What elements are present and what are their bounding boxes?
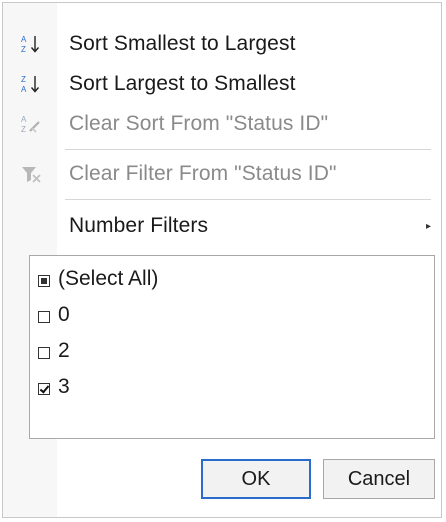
ok-button[interactable]: OK [201, 459, 311, 499]
menu-separator [65, 149, 431, 150]
list-item[interactable]: 3 [38, 372, 70, 402]
menu-item-clear-sort[interactable]: A Z Clear Sort From "Status ID" [3, 105, 441, 143]
list-item-label: 0 [58, 303, 70, 326]
svg-text:A: A [21, 85, 27, 94]
value-checkbox[interactable] [38, 347, 50, 359]
svg-text:Z: Z [21, 125, 26, 134]
menu-item-label: Sort Smallest to Largest [69, 32, 296, 55]
menu-item-label: Number Filters [69, 214, 209, 237]
value-checkbox[interactable] [38, 383, 50, 395]
value-checkbox[interactable] [38, 311, 50, 323]
list-item-label: (Select All) [58, 267, 159, 290]
menu-item-clear-filter[interactable]: Clear Filter From "Status ID" [3, 155, 441, 193]
list-item-select-all[interactable]: (Select All) [38, 264, 158, 294]
clear-sort-icon: A Z [19, 112, 43, 136]
menu-item-label: Clear Sort From "Status ID" [69, 112, 329, 135]
list-item-label: 2 [58, 339, 70, 362]
clear-filter-icon [19, 162, 43, 186]
list-item[interactable]: 2 [38, 336, 70, 366]
list-item[interactable]: 0 [38, 300, 70, 330]
menu-item-label: Clear Filter From "Status ID" [69, 162, 337, 185]
menu-item-sort-descending[interactable]: Z A Sort Largest to Smallest [3, 65, 441, 103]
menu-separator [65, 199, 431, 200]
submenu-arrow-icon: ▸ [425, 220, 431, 232]
list-item-label: 3 [58, 375, 70, 398]
svg-text:A: A [21, 35, 27, 44]
svg-text:A: A [21, 115, 27, 124]
svg-text:Z: Z [21, 45, 26, 54]
filter-dropdown-menu: A Z Sort Smallest to Largest Z A Sort La… [2, 2, 442, 518]
menu-item-label: Sort Largest to Smallest [69, 72, 296, 95]
filter-values-list[interactable]: (Select All) 0 2 3 [29, 255, 435, 439]
sort-descending-icon: Z A [19, 72, 43, 96]
menu-item-sort-ascending[interactable]: A Z Sort Smallest to Largest [3, 25, 441, 63]
sort-ascending-icon: A Z [19, 32, 43, 56]
select-all-checkbox[interactable] [38, 275, 50, 287]
menu-item-number-filters[interactable]: Number Filters ▸ [3, 207, 441, 245]
cancel-button[interactable]: Cancel [323, 459, 435, 499]
svg-text:Z: Z [21, 75, 26, 84]
